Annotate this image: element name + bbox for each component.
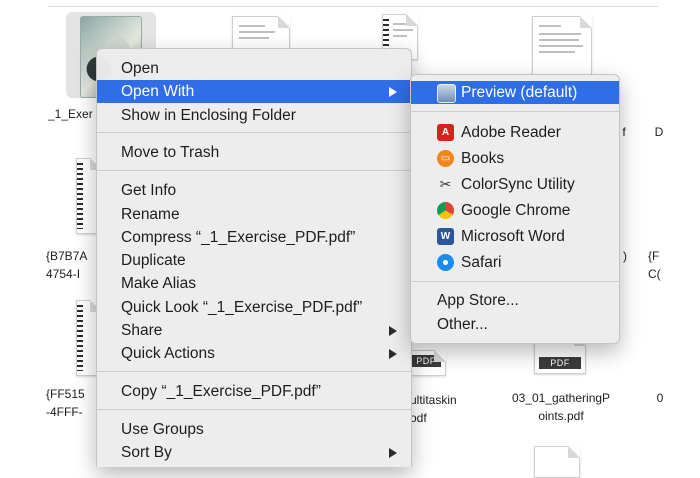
menu-item-label: Google Chrome	[461, 202, 571, 219]
file-item[interactable]	[532, 16, 594, 76]
preview-icon	[437, 84, 456, 103]
menu-item-make-alias[interactable]: Make Alias	[97, 272, 411, 295]
document-thumbnail	[534, 446, 580, 478]
menu-separator	[97, 409, 411, 410]
file-label-partial: C(	[648, 267, 661, 281]
menu-item-label: ColorSync Utility	[461, 176, 575, 193]
menu-item-label: Safari	[461, 254, 502, 271]
file-label: -4FFF-	[46, 405, 83, 419]
menu-item-adobe-reader[interactable]: A Adobe Reader	[411, 121, 619, 144]
menu-item-label: Move to Trash	[121, 144, 220, 161]
file-label-partial: )	[623, 249, 627, 263]
submenu-arrow-icon	[389, 448, 397, 458]
file-label: {FF515	[46, 387, 85, 401]
file-item[interactable]: PDF	[410, 350, 446, 376]
safari-icon	[437, 254, 454, 271]
context-menu: Open Open With Show in Enclosing Folder …	[96, 48, 412, 467]
file-item[interactable]	[76, 300, 102, 376]
menu-item-label: Other...	[437, 316, 488, 333]
file-label-partial: 0	[656, 391, 664, 405]
file-label: {B7B7A	[46, 249, 88, 263]
file-label: _1_Exer	[48, 107, 93, 121]
menu-item-get-info[interactable]: Get Info	[97, 179, 411, 202]
menu-item-label: Preview (default)	[461, 84, 578, 101]
file-item[interactable]	[76, 158, 102, 234]
menu-item-sort-by[interactable]: Sort By	[97, 441, 411, 464]
menu-item-label: Quick Look “_1_Exercise_PDF.pdf”	[121, 299, 363, 316]
microsoft-word-icon: W	[437, 228, 454, 245]
menu-item-label: Compress “_1_Exercise_PDF.pdf”	[121, 229, 356, 246]
file-label: odf	[410, 411, 427, 425]
file-label-partial: {F	[648, 249, 660, 263]
menu-separator	[411, 111, 619, 112]
menu-item-label: App Store...	[437, 292, 519, 309]
document-thumbnail	[532, 16, 592, 76]
menu-item-label: Get Info	[121, 182, 177, 199]
file-label: 4754-I	[46, 267, 81, 281]
pdf-chip: PDF	[539, 357, 581, 369]
submenu-arrow-icon	[389, 87, 397, 97]
file-label: 03_01_gatheringP	[511, 391, 611, 405]
colorsync-utility-icon: ✂	[439, 176, 452, 192]
file-label: ultitaskin	[410, 393, 457, 407]
submenu-arrow-icon	[389, 349, 397, 359]
menu-item-quick-actions[interactable]: Quick Actions	[97, 342, 411, 365]
submenu-arrow-icon	[389, 326, 397, 336]
adobe-reader-icon: A	[437, 124, 454, 141]
menu-item-google-chrome[interactable]: Google Chrome	[411, 199, 619, 222]
menu-item-label: Show in Enclosing Folder	[121, 107, 296, 124]
top-divider	[48, 6, 658, 7]
menu-item-label: Adobe Reader	[461, 124, 561, 141]
menu-item-move-to-trash[interactable]: Move to Trash	[97, 141, 411, 164]
menu-item-label: Duplicate	[121, 252, 186, 269]
menu-item-duplicate[interactable]: Duplicate	[97, 249, 411, 272]
menu-item-quick-look[interactable]: Quick Look “_1_Exercise_PDF.pdf”	[97, 296, 411, 319]
menu-item-label: Make Alias	[121, 275, 196, 292]
menu-item-label: Open With	[121, 83, 195, 100]
menu-item-use-groups[interactable]: Use Groups	[97, 418, 411, 441]
menu-item-safari[interactable]: Safari	[411, 251, 619, 274]
file-label-partial: D	[654, 125, 664, 139]
menu-item-label: Microsoft Word	[461, 228, 565, 245]
menu-separator	[97, 371, 411, 372]
menu-separator	[97, 170, 411, 171]
menu-item-rename[interactable]: Rename	[97, 203, 411, 226]
menu-item-label: Use Groups	[121, 421, 204, 438]
menu-item-open[interactable]: Open	[97, 57, 411, 80]
menu-item-compress[interactable]: Compress “_1_Exercise_PDF.pdf”	[97, 226, 411, 249]
menu-item-colorsync-utility[interactable]: ✂ ColorSync Utility	[411, 173, 619, 196]
google-chrome-icon	[437, 202, 454, 219]
menu-item-label: Quick Actions	[121, 345, 215, 362]
menu-item-microsoft-word[interactable]: W Microsoft Word	[411, 225, 619, 248]
menu-separator	[411, 281, 619, 282]
menu-item-label: Open	[121, 60, 159, 77]
menu-item-label: Rename	[121, 206, 180, 223]
menu-item-show-in-enclosing-folder[interactable]: Show in Enclosing Folder	[97, 104, 411, 127]
menu-item-label: Books	[461, 150, 505, 167]
menu-item-other[interactable]: Other...	[411, 313, 619, 336]
menu-item-open-with[interactable]: Open With	[97, 80, 411, 103]
menu-item-books[interactable]: ▭ Books	[411, 147, 619, 170]
menu-item-app-store[interactable]: App Store...	[411, 289, 619, 312]
file-item[interactable]	[534, 446, 580, 478]
document-thumbnail: PDF	[410, 350, 446, 376]
menu-item-share[interactable]: Share	[97, 319, 411, 342]
menu-item-label: Copy “_1_Exercise_PDF.pdf”	[121, 383, 321, 400]
menu-item-copy[interactable]: Copy “_1_Exercise_PDF.pdf”	[97, 380, 411, 403]
open-with-submenu: Preview (default) A Adobe Reader ▭ Books…	[410, 74, 620, 344]
pdf-chip: PDF	[411, 355, 441, 367]
file-item[interactable]	[232, 16, 292, 54]
menu-item-preview[interactable]: Preview (default)	[411, 81, 619, 104]
books-icon: ▭	[437, 150, 454, 167]
menu-item-label: Sort By	[121, 444, 172, 461]
file-label: oints.pdf	[538, 409, 584, 423]
menu-separator	[97, 132, 411, 133]
menu-item-label: Share	[121, 322, 163, 339]
